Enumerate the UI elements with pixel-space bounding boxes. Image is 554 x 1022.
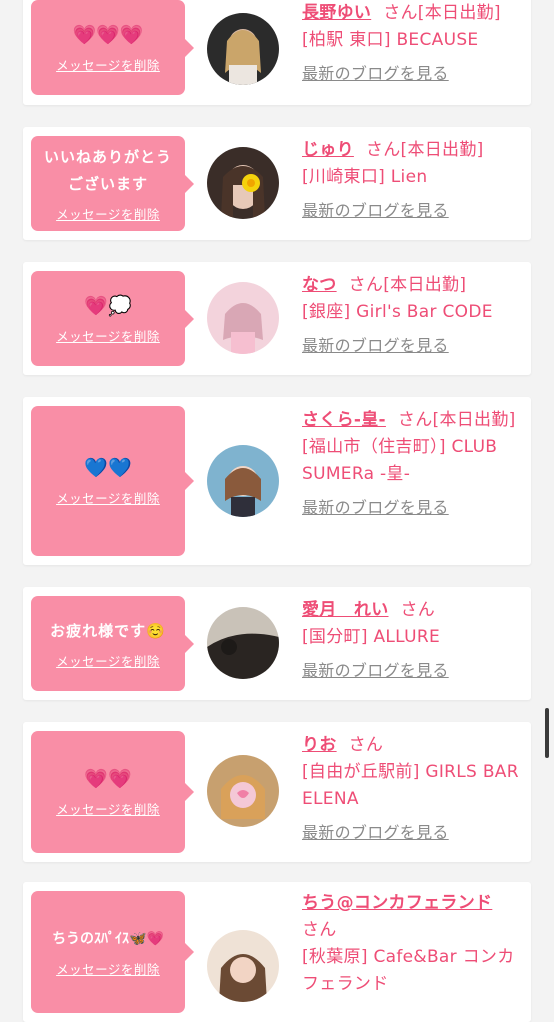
message-text: 💗💭 [84,294,132,317]
cast-status: さん [302,920,337,940]
message-text: 💗💗 [84,768,132,790]
delete-message-link[interactable]: メッセージを削除 [56,55,160,74]
latest-blog-link[interactable]: 最新のブログを見る [302,197,449,224]
message-bubble: お疲れ様です☺️ メッセージを削除 [31,596,194,691]
avatar[interactable] [207,755,279,827]
favorite-card: いいねありがとうございます メッセージを削除 じゅり さん[本日出勤] [川崎東口… [23,127,531,240]
avatar[interactable] [207,445,279,517]
profile-info: 長野ゆい さん[本日出勤] [柏駅 東口] BECAUSE 最新のブログを見る [302,0,526,88]
shop-info: [銀座] Girl's Bar CODE [302,302,493,322]
message-text: お疲れ様です☺️ [50,621,166,640]
shop-info: [福山市（住吉町）] CLUB SUMERa -皇- [302,437,498,484]
profile-info: じゅり さん[本日出勤] [川崎東口] Lien 最新のブログを見る [302,137,526,225]
favorite-card: 💗💭 メッセージを削除 なつ さん[本日出勤] [銀座] Girl's Bar C… [23,262,531,375]
message-bubble: いいねありがとうございます メッセージを削除 [31,136,194,231]
message-bubble: 💗💗💗 メッセージを削除 [31,0,194,95]
delete-message-link[interactable]: メッセージを削除 [56,204,160,223]
message-text: 💗💗💗 [72,23,144,46]
shop-info: [秋葉原] Cafe&Bar コンカフェランド [302,947,515,994]
message-text: ちうのｽﾊﾟｲｽ🦋💗 [52,931,164,947]
latest-blog-link[interactable]: 最新のブログを見る [302,494,449,521]
avatar[interactable] [207,282,279,354]
shop-info: [自由が丘駅前] GIRLS BAR ELENA [302,762,519,809]
profile-info: りお さん [自由が丘駅前] GIRLS BAR ELENA 最新のブログを見る [302,732,526,847]
scrollbar[interactable] [545,708,549,758]
cast-status: さん[本日出勤] [383,3,501,23]
cast-name-link[interactable]: ちう@コンカフェランド [302,893,492,913]
cast-status: さん[本日出勤] [397,410,516,430]
delete-message-link[interactable]: メッセージを削除 [56,326,160,345]
message-bubble: ちうのｽﾊﾟｲｽ🦋💗 メッセージを削除 [31,891,194,1013]
favorite-card: ちうのｽﾊﾟｲｽ🦋💗 メッセージを削除 ちう@コンカフェランド さん [秋葉原]… [23,882,531,1022]
delete-message-link[interactable]: メッセージを削除 [56,488,160,507]
delete-message-link[interactable]: メッセージを削除 [56,959,160,978]
avatar[interactable] [207,13,279,85]
cast-name-link[interactable]: 長野ゆい [302,3,371,23]
profile-info: 愛月 れい さん [国分町] ALLURE 最新のブログを見る [302,597,526,685]
latest-blog-link[interactable]: 最新のブログを見る [302,657,449,684]
cast-status: さん[本日出勤] [348,275,467,295]
cast-status: さん [400,600,436,620]
shop-info: [柏駅 東口] BECAUSE [302,30,479,50]
profile-info: なつ さん[本日出勤] [銀座] Girl's Bar CODE 最新のブログを見… [302,272,526,360]
profile-info: さくら-皇- さん[本日出勤] [福山市（住吉町）] CLUB SUMERa -皇… [302,407,526,522]
favorite-card: 💗💗 メッセージを削除 りお さん [自由が丘駅前] GIRLS BAR ELEN… [23,722,531,862]
delete-message-link[interactable]: メッセージを削除 [56,651,160,670]
cast-name-link[interactable]: さくら-皇- [302,410,386,430]
latest-blog-link[interactable]: 最新のブログを見る [302,819,449,846]
latest-blog-link[interactable]: 最新のブログを見る [302,332,449,359]
favorite-card: 💗💗💗 メッセージを削除 長野ゆい さん[本日出勤] [柏駅 東口] BECAUS… [23,0,531,105]
message-bubble: 💗💭 メッセージを削除 [31,271,194,366]
message-text: いいねありがとうございます [43,148,172,193]
avatar[interactable] [207,930,279,1002]
shop-info: [国分町] ALLURE [302,627,440,647]
message-text: 💙💙 [84,457,132,479]
cast-name-link[interactable]: なつ [302,275,337,295]
favorite-card: 💙💙 メッセージを削除 さくら-皇- さん[本日出勤] [福山市（住吉町）] CL… [23,397,531,565]
message-bubble: 💗💗 メッセージを削除 [31,731,194,853]
favorite-card: お疲れ様です☺️ メッセージを削除 愛月 れい さん [国分町] ALLURE 最… [23,587,531,700]
delete-message-link[interactable]: メッセージを削除 [56,799,160,818]
cast-status: さん[本日出勤] [365,140,484,160]
message-bubble: 💙💙 メッセージを削除 [31,406,194,556]
latest-blog-link[interactable]: 最新のブログを見る [302,60,449,87]
cast-name-link[interactable]: じゅり [302,140,354,160]
cast-name-link[interactable]: りお [302,735,337,755]
shop-info: [川崎東口] Lien [302,167,428,187]
profile-info: ちう@コンカフェランド さん [秋葉原] Cafe&Bar コンカフェランド [302,890,526,998]
avatar[interactable] [207,607,279,679]
cast-name-link[interactable]: 愛月 れい [302,600,389,620]
cast-status: さん [348,735,384,755]
avatar[interactable] [207,147,279,219]
